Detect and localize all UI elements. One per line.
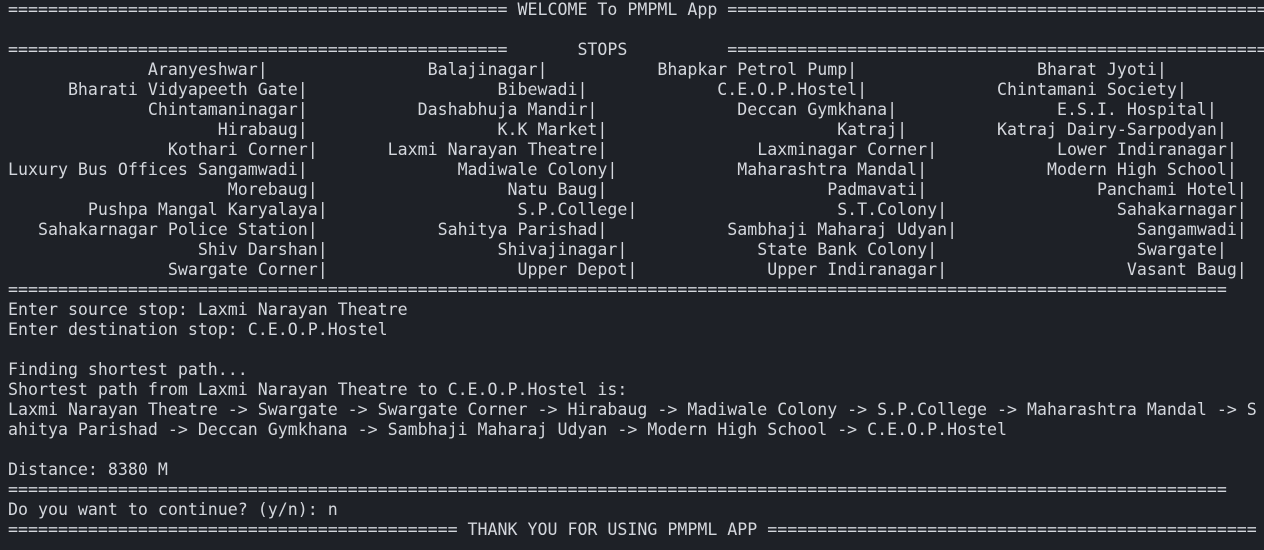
finding-status: Finding shortest path...: [8, 360, 248, 379]
stops-row: Bharati Vidyapeeth Gate| Bibewadi| C.E.O…: [8, 80, 1187, 99]
result-heading: Shortest path from Laxmi Narayan Theatre…: [8, 380, 628, 399]
stops-row: Hirabaug| K.K Market| Katraj| Katraj Dai…: [8, 120, 1227, 139]
path-line-2: ahitya Parishad -> Deccan Gymkhana -> Sa…: [8, 420, 1008, 439]
distance-result: Distance: 8380 M: [8, 460, 168, 479]
stops-banner: ========================================…: [8, 40, 1264, 59]
source-prompt: Enter source stop: Laxmi Narayan Theatre: [8, 300, 408, 319]
terminal-window[interactable]: ========================================…: [0, 0, 1264, 550]
stops-row: Kothari Corner| Laxmi Narayan Theatre| L…: [8, 140, 1237, 159]
stops-row: Aranyeshwar| Balajinagar| Bhapkar Petrol…: [8, 60, 1167, 79]
path-line-1: Laxmi Narayan Theatre -> Swargate -> Swa…: [8, 400, 1257, 419]
stops-row: Swargate Corner| Upper Depot| Upper Indi…: [8, 260, 1247, 279]
stops-row: Sahakarnagar Police Station| Sahitya Par…: [8, 220, 1247, 239]
stops-row: Shiv Darshan| Shivajinagar| State Bank C…: [8, 240, 1227, 259]
session-rule: ========================================…: [8, 480, 1227, 499]
stops-row: Luxury Bus Offices Sangamwadi| Madiwale …: [8, 160, 1237, 179]
stops-footer-rule: ========================================…: [8, 280, 1227, 299]
destination-prompt: Enter destination stop: C.E.O.P.Hostel: [8, 320, 388, 339]
stops-row: Morebaug| Natu Baug| Padmavati| Panchami…: [8, 180, 1247, 199]
welcome-banner: ========================================…: [8, 0, 1264, 19]
continue-prompt[interactable]: Do you want to continue? (y/n): n: [8, 500, 1264, 520]
stops-row: Pushpa Mangal Karyalaya| S.P.College| S.…: [8, 200, 1247, 219]
stops-row: Chintamaninagar| Dashabhuja Mandir| Decc…: [8, 100, 1217, 119]
thank-you-banner: ========================================…: [8, 520, 1257, 539]
